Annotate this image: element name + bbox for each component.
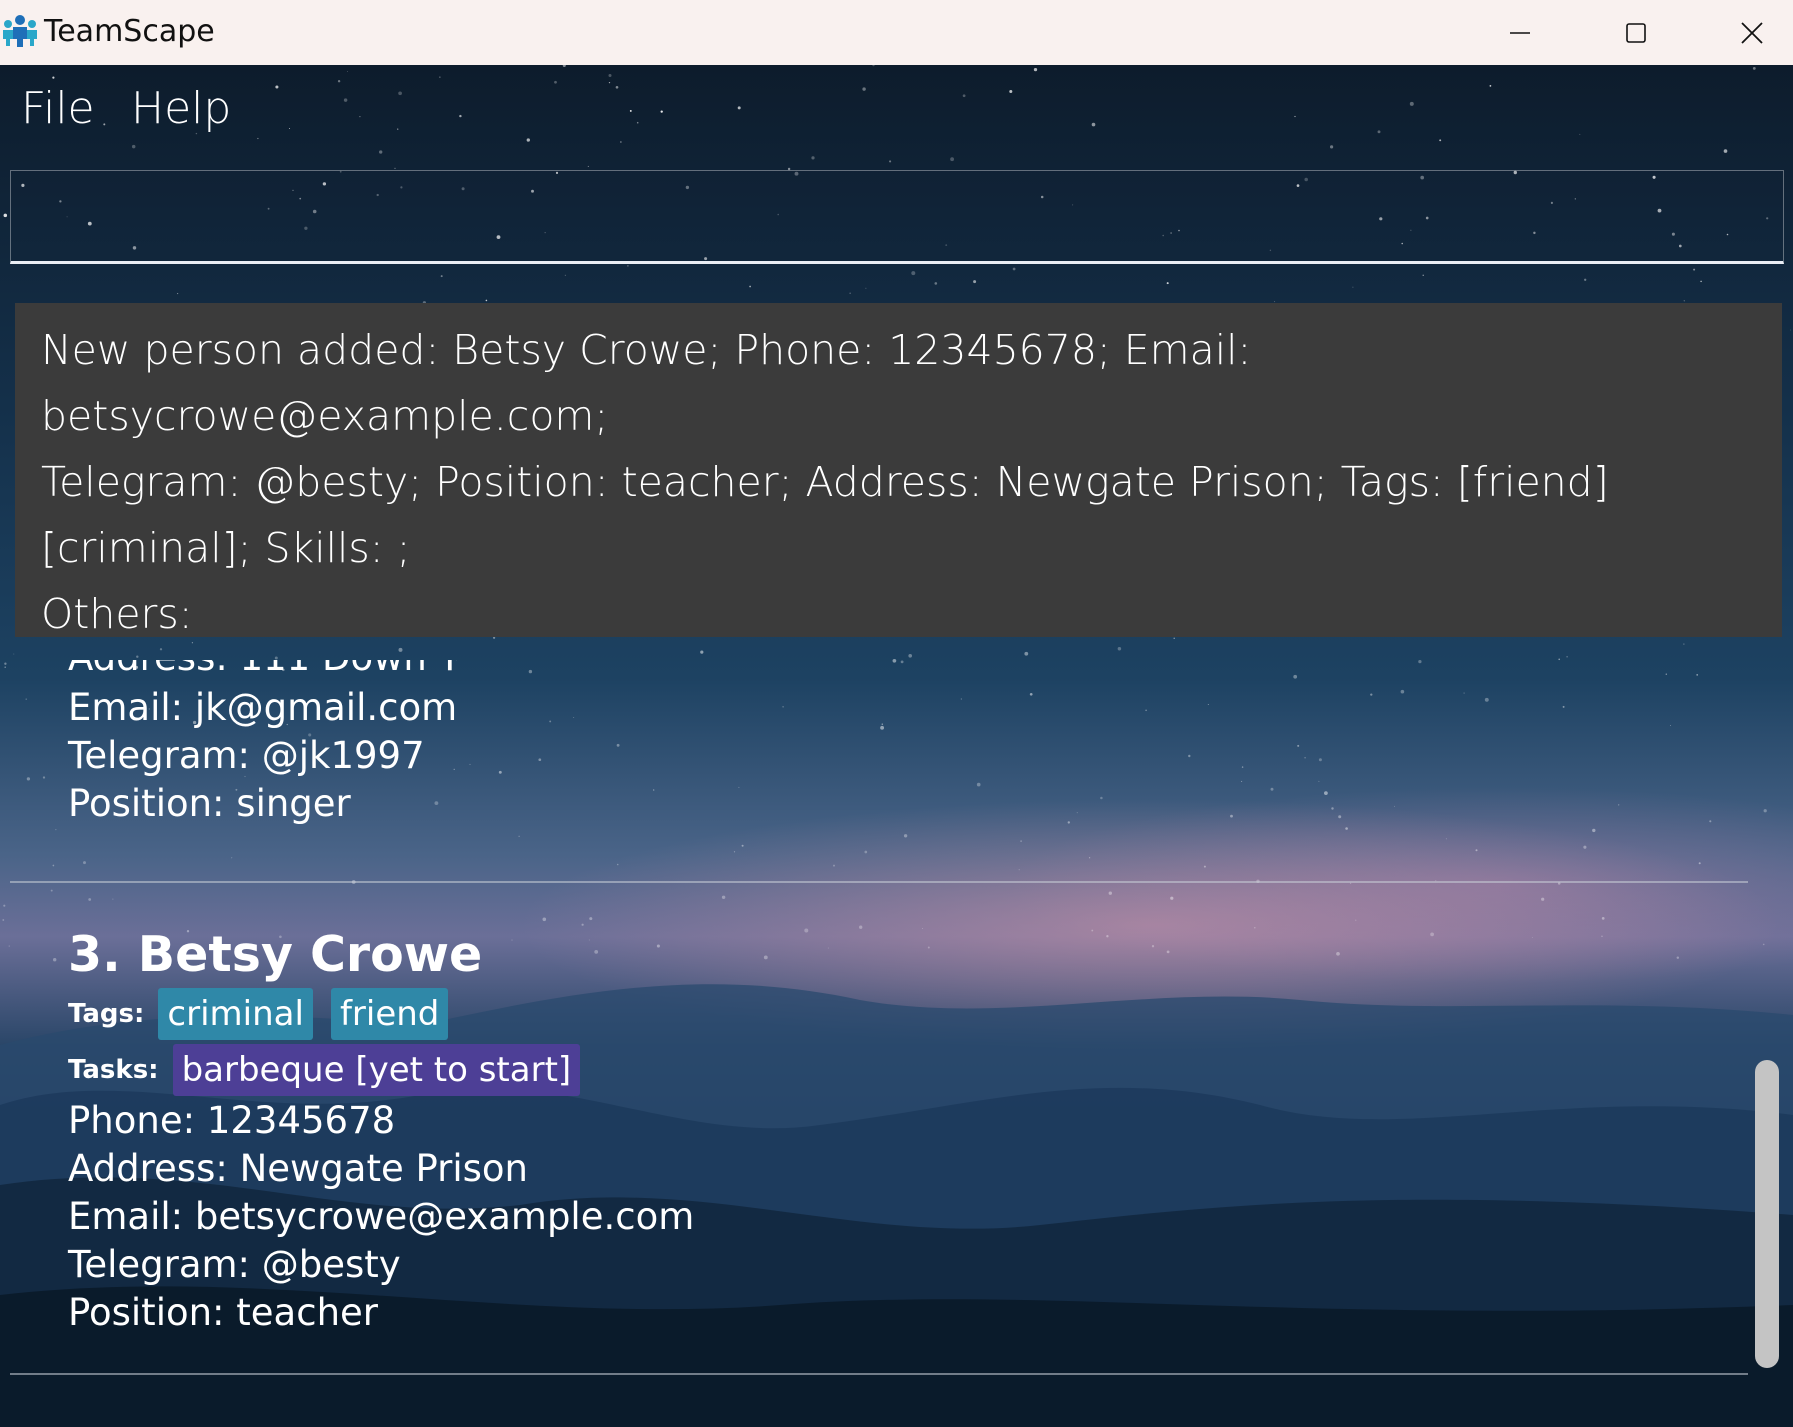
- maximize-icon: [1626, 22, 1646, 43]
- person-email: Email: betsycrowe@example.com: [68, 1195, 695, 1238]
- card-divider: [10, 881, 1748, 883]
- close-button[interactable]: [1702, 0, 1793, 65]
- person-card[interactable]: Address: 111 Down Town Street Email: jk@…: [68, 660, 457, 828]
- result-display: New person added: Betsy Crowe; Phone: 12…: [15, 303, 1782, 638]
- person-address: Address: 111 Down Town Street: [68, 660, 457, 684]
- person-address: Address: Newgate Prison: [68, 1147, 528, 1190]
- minimize-button[interactable]: [1470, 0, 1570, 65]
- close-icon: [1741, 21, 1763, 44]
- menu-bar: File Help: [0, 65, 1793, 155]
- person-list[interactable]: Address: 111 Down Town Street Email: jk@…: [0, 637, 1793, 1427]
- task-chip: barbeque [yet to start]: [172, 1044, 581, 1096]
- person-telegram: Telegram: @jk1997: [68, 734, 425, 777]
- title-bar: TeamScape: [0, 0, 1793, 65]
- tag-chip: friend: [330, 988, 449, 1040]
- window-title: TeamScape: [44, 14, 215, 49]
- person-card[interactable]: 3. Betsy Crowe Tags: criminal friend Tas…: [68, 925, 694, 1337]
- person-telegram: Telegram: @besty: [68, 1243, 401, 1286]
- person-position: Position: singer: [68, 782, 351, 825]
- app-window: TeamScape File Help New person added: Be…: [0, 0, 1793, 1427]
- maximize-button[interactable]: [1586, 0, 1686, 65]
- menu-file[interactable]: File: [21, 83, 95, 134]
- minimize-icon: [1510, 31, 1530, 34]
- tag-chip: criminal: [158, 988, 313, 1040]
- list-scrollbar-thumb[interactable]: [1755, 1060, 1779, 1368]
- team-people-icon: [3, 15, 37, 47]
- tasks-label: Tasks:: [68, 1055, 159, 1085]
- card-divider: [10, 1373, 1748, 1375]
- tags-label: Tags:: [68, 999, 145, 1029]
- person-name: 3. Betsy Crowe: [68, 926, 483, 983]
- command-input[interactable]: [10, 170, 1784, 264]
- person-phone: Phone: 12345678: [68, 1099, 396, 1142]
- tags-row: Tags: criminal friend: [68, 987, 694, 1041]
- person-position: Position: teacher: [68, 1291, 379, 1334]
- menu-help[interactable]: Help: [131, 83, 231, 134]
- person-email: Email: jk@gmail.com: [68, 686, 458, 729]
- tasks-row: Tasks: barbeque [yet to start]: [68, 1043, 694, 1097]
